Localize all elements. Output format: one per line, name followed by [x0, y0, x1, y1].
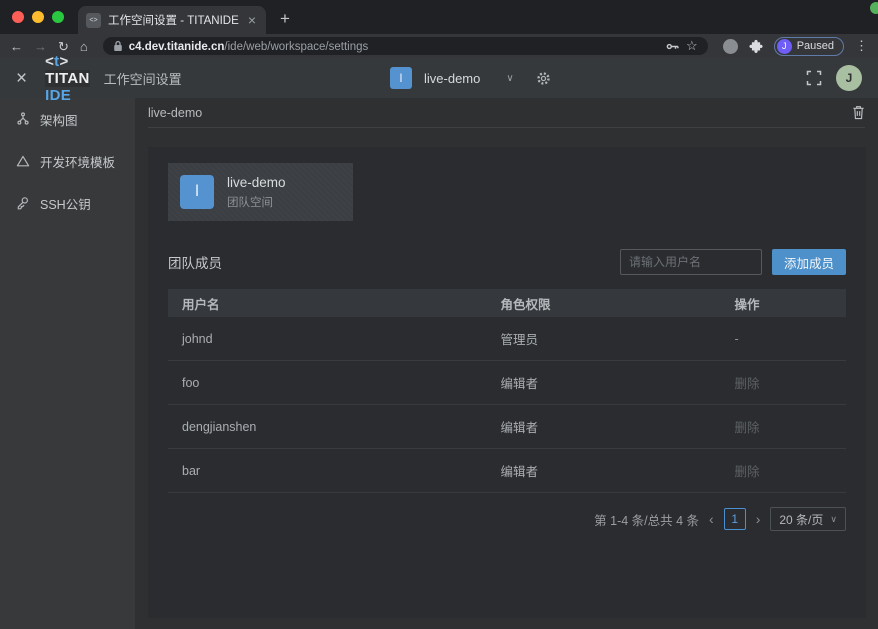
home-icon[interactable]: ⌂ — [80, 40, 88, 53]
tab-favicon-icon: <> — [86, 13, 101, 28]
extension-badge-icon[interactable] — [723, 39, 738, 54]
members-heading: 团队成员 — [168, 252, 222, 272]
browser-window: <> 工作空间设置 - TITANIDE × + ← → ↻ ⌂ c4.dev.… — [0, 0, 878, 629]
password-key-icon[interactable] — [665, 39, 680, 54]
url-domain: c4.dev.titanide.cn — [129, 41, 225, 53]
app-close-icon[interactable]: × — [16, 69, 27, 88]
settings-panel: l live-demo 团队空间 团队成员 添加成员 用户名 角色权限 操作 — [148, 147, 866, 618]
sidebar-item-label: SSH公钥 — [40, 194, 91, 213]
content-header: live-demo — [148, 98, 865, 128]
back-icon[interactable]: ← — [10, 40, 23, 53]
address-bar[interactable]: c4.dev.titanide.cn/ide/web/workspace/set… — [103, 37, 708, 55]
hierarchy-icon — [16, 112, 30, 126]
app-header: × <t>TITANIDE 工作空间设置 l live-demo ∨ — [0, 58, 878, 98]
main-content: live-demo l live-demo 团队空间 团队成员 — [135, 98, 878, 629]
cell-role: 编辑者 — [501, 417, 735, 436]
sidebar-item-dev-template[interactable]: 开发环境模板 — [0, 140, 135, 182]
cell-username: foo — [182, 376, 501, 390]
tab-close-icon[interactable]: × — [246, 13, 258, 27]
cell-role: 管理员 — [501, 329, 735, 348]
minimize-window-button[interactable] — [32, 11, 44, 23]
cell-username: dengjianshen — [182, 420, 501, 434]
template-triangle-icon — [16, 154, 30, 168]
workspace-avatar: l — [390, 67, 412, 89]
workspace-card-type: 团队空间 — [227, 194, 286, 210]
sidebar-item-label: 开发环境模板 — [40, 152, 115, 171]
user-avatar[interactable]: J — [836, 65, 862, 91]
zoom-window-button[interactable] — [52, 11, 64, 23]
add-member-button[interactable]: 添加成员 — [772, 249, 846, 275]
cell-role: 编辑者 — [501, 461, 735, 480]
new-tab-button[interactable]: + — [280, 9, 290, 29]
page-size-select[interactable]: 20 条/页 ∨ — [770, 507, 846, 531]
sidebar-item-architecture[interactable]: 架构图 — [0, 98, 135, 140]
profile-status-label: Paused — [797, 40, 834, 52]
column-username: 用户名 — [182, 294, 501, 313]
username-input[interactable] — [620, 249, 762, 275]
pagination-summary: 第 1-4 条/总共 4 条 — [594, 510, 699, 529]
cell-action: - — [735, 332, 833, 346]
close-window-button[interactable] — [12, 11, 24, 23]
table-row: bar 编辑者 删除 — [168, 449, 846, 493]
next-page-icon[interactable]: › — [756, 512, 761, 526]
tab-strip: <> 工作空间设置 - TITANIDE × + — [0, 0, 878, 34]
lock-icon — [113, 40, 123, 52]
cell-username: bar — [182, 464, 501, 478]
select-chevron-down-icon: ∨ — [830, 514, 837, 525]
window-controls — [0, 0, 78, 34]
fullscreen-icon[interactable] — [806, 70, 822, 86]
column-action: 操作 — [735, 294, 833, 313]
tab-title: 工作空间设置 - TITANIDE — [108, 12, 239, 28]
sidebar-item-label: 架构图 — [40, 110, 78, 129]
delete-member-link[interactable]: 删除 — [735, 461, 833, 480]
profile-avatar: J — [777, 39, 792, 54]
key-icon — [16, 196, 30, 210]
table-header-row: 用户名 角色权限 操作 — [168, 289, 846, 317]
extensions-puzzle-icon[interactable] — [749, 39, 763, 53]
titanide-logo: <t>TITANIDE — [45, 53, 90, 104]
reload-icon[interactable]: ↻ — [58, 40, 69, 53]
column-role: 角色权限 — [501, 294, 735, 313]
sidebar-item-ssh-key[interactable]: SSH公钥 — [0, 182, 135, 224]
browser-tab[interactable]: <> 工作空间设置 - TITANIDE × — [78, 6, 266, 34]
workspace-card-avatar: l — [180, 175, 214, 209]
workspace-card-name: live-demo — [227, 175, 286, 190]
breadcrumb: live-demo — [148, 106, 202, 120]
workspace-name: live-demo — [424, 71, 480, 86]
delete-member-link[interactable]: 删除 — [735, 373, 833, 392]
browser-profile-chip[interactable]: J Paused — [774, 37, 844, 56]
browser-toolbar: ← → ↻ ⌂ c4.dev.titanide.cn/ide/web/works… — [0, 34, 878, 58]
delete-member-link[interactable]: 删除 — [735, 417, 833, 436]
table-row: johnd 管理员 - — [168, 317, 846, 361]
previous-page-icon[interactable]: ‹ — [709, 512, 714, 526]
bookmark-star-icon[interactable]: ☆ — [686, 38, 698, 54]
table-row: dengjianshen 编辑者 删除 — [168, 405, 846, 449]
pagination: 第 1-4 条/总共 4 条 ‹ 1 › 20 条/页 ∨ — [168, 507, 846, 531]
forward-icon[interactable]: → — [34, 40, 47, 53]
page-title: 工作空间设置 — [104, 69, 182, 88]
table-row: foo 编辑者 删除 — [168, 361, 846, 405]
workspace-settings-gear-icon[interactable] — [536, 71, 551, 86]
workspace-switcher[interactable]: l live-demo ∨ — [390, 58, 551, 98]
url-path: /ide/web/workspace/settings — [224, 41, 368, 53]
page-size-value: 20 条/页 — [779, 511, 823, 528]
chevron-down-icon[interactable]: ∨ — [506, 73, 513, 84]
browser-menu-icon[interactable]: ⋮ — [855, 38, 868, 54]
cell-username: johnd — [182, 332, 501, 346]
members-table: 用户名 角色权限 操作 johnd 管理员 - foo 编辑者 删除 — [168, 289, 846, 493]
sidebar: 架构图 开发环境模板 SSH公钥 — [0, 98, 135, 629]
members-toolbar: 团队成员 添加成员 — [168, 249, 846, 275]
cell-role: 编辑者 — [501, 373, 735, 392]
screen-corner-indicator — [870, 2, 878, 14]
delete-workspace-trash-icon[interactable] — [852, 105, 865, 120]
workspace-card: l live-demo 团队空间 — [168, 163, 353, 221]
current-page-button[interactable]: 1 — [724, 508, 746, 530]
